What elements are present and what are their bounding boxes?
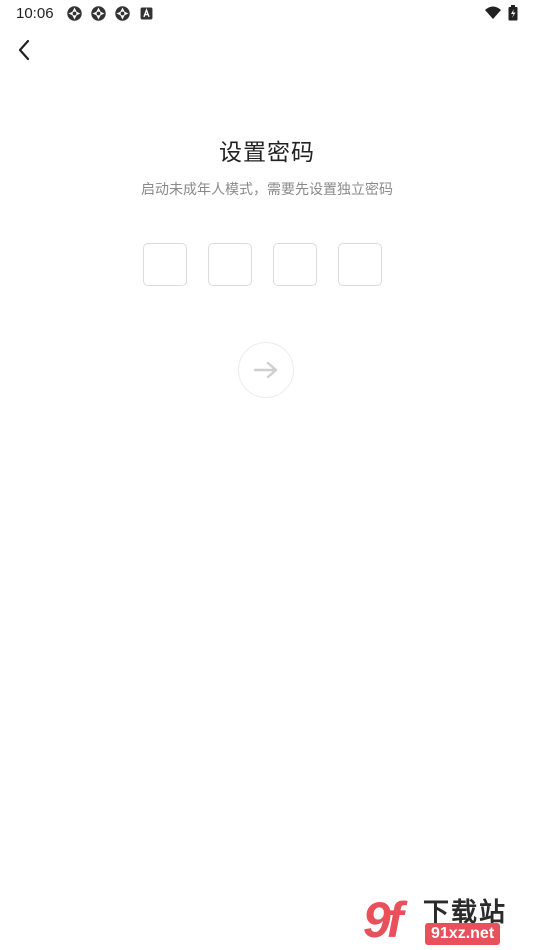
pin-input-group[interactable]: [143, 243, 382, 286]
status-left-icons: [66, 5, 155, 22]
watermark-url: 91xz.net: [425, 923, 501, 945]
wifi-icon: [485, 6, 501, 19]
next-button[interactable]: [238, 342, 294, 398]
status-time: 10:06: [16, 5, 54, 22]
watermark-number: 9f: [363, 892, 404, 948]
chevron-left-icon: [18, 39, 30, 61]
page-title: 设置密码: [219, 140, 315, 166]
status-right-icons: [484, 5, 518, 21]
battery-icon: [508, 5, 518, 21]
watermark-logo: 9f 下载站 91xz.net: [359, 890, 534, 950]
arrow-right-icon: [253, 361, 278, 379]
page-subtitle: 启动未成年人模式，需要先设置独立密码: [141, 182, 393, 198]
pin-digit-1[interactable]: [143, 243, 187, 286]
pin-digit-4[interactable]: [338, 243, 382, 286]
app-notification-icon: [91, 6, 106, 21]
status-bar: 10:06: [0, 0, 534, 28]
app-notification-icon: [115, 6, 130, 21]
pin-digit-2[interactable]: [208, 243, 252, 286]
pin-digit-3[interactable]: [273, 243, 317, 286]
app-notification-icon: [67, 6, 82, 21]
back-button[interactable]: [12, 36, 40, 66]
keyboard-a-icon: [140, 7, 153, 20]
